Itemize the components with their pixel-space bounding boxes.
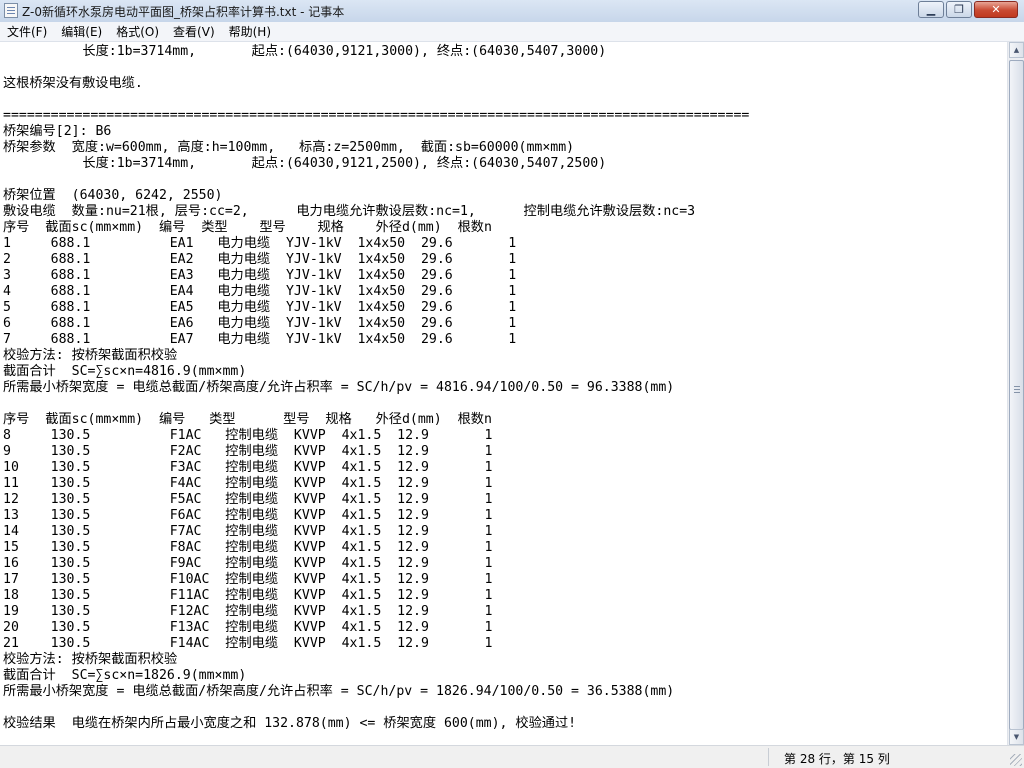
text-line: 6 688.1 EA6 电力电缆 YJV-1kV 1x4x50 29.6 1 [3,316,517,331]
menu-help[interactable]: 帮助(H) [222,23,278,40]
text-line: 2 688.1 EA2 电力电缆 YJV-1kV 1x4x50 29.6 1 [3,252,517,267]
resize-grip-icon[interactable] [1010,754,1022,766]
maximize-button[interactable]: ❐ [946,1,972,18]
status-bar: 第 28 行，第 15 列 [0,745,1024,768]
menu-edit[interactable]: 编辑(E) [54,23,109,40]
menu-bar: 文件(F) 编辑(E) 格式(O) 查看(V) 帮助(H) [0,22,1024,42]
text-line: 所需最小桥架宽度 = 电缆总截面/桥架高度/允许占积率 = SC/h/pv = … [3,380,675,395]
text-line: 序号 截面sc(mm×mm) 编号 类型 型号 规格 外径d(mm) 根数n [3,412,492,427]
close-button[interactable]: ✕ [974,1,1018,18]
text-line: 20 130.5 F13AC 控制电缆 KVVP 4x1.5 12.9 1 [3,620,493,635]
window-title: Z-0新循环水泵房电动平面图_桥架占积率计算书.txt - 记事本 [22,5,345,19]
notepad-app-icon[interactable] [4,3,18,18]
text-line: 17 130.5 F10AC 控制电缆 KVVP 4x1.5 12.9 1 [3,572,493,587]
scroll-down-button[interactable]: ▼ [1009,729,1024,745]
text-line: 3 688.1 EA3 电力电缆 YJV-1kV 1x4x50 29.6 1 [3,268,517,283]
text-editor-area[interactable]: 长度:1b=3714mm, 起点:(64030,9121,3000), 终点:(… [0,42,1007,745]
text-line: 序号 截面sc(mm×mm) 编号 类型 型号 规格 外径d(mm) 根数n [3,220,492,235]
text-line: 15 130.5 F8AC 控制电缆 KVVP 4x1.5 12.9 1 [3,540,493,555]
text-line: 校验结果 电缆在桥架内所占最小宽度之和 132.878(mm) <= 桥架宽度 … [3,716,577,731]
text-line: 18 130.5 F11AC 控制电缆 KVVP 4x1.5 12.9 1 [3,588,493,603]
text-line: 校验方法: 按桥架截面积校验 [3,652,178,667]
text-line: 11 130.5 F4AC 控制电缆 KVVP 4x1.5 12.9 1 [3,476,493,491]
text-line: 桥架位置 (64030, 6242, 2550) [3,188,223,203]
cursor-position: 第 28 行，第 15 列 [784,752,890,766]
document-text[interactable]: 长度:1b=3714mm, 起点:(64030,9121,3000), 终点:(… [3,44,749,732]
text-line: 7 688.1 EA7 电力电缆 YJV-1kV 1x4x50 29.6 1 [3,332,517,347]
text-line: 这根桥架没有敷设电缆. [3,76,143,91]
text-line: 4 688.1 EA4 电力电缆 YJV-1kV 1x4x50 29.6 1 [3,284,517,299]
menu-view[interactable]: 查看(V) [166,23,222,40]
text-line: 9 130.5 F2AC 控制电缆 KVVP 4x1.5 12.9 1 [3,444,493,459]
title-bar[interactable]: Z-0新循环水泵房电动平面图_桥架占积率计算书.txt - 记事本 ▁ ❐ ✕ [0,0,1024,23]
text-line: 16 130.5 F9AC 控制电缆 KVVP 4x1.5 12.9 1 [3,556,493,571]
text-line: 19 130.5 F12AC 控制电缆 KVVP 4x1.5 12.9 1 [3,604,493,619]
text-line: 8 130.5 F1AC 控制电缆 KVVP 4x1.5 12.9 1 [3,428,493,443]
window-controls: ▁ ❐ ✕ [916,1,1018,19]
text-line: 1 688.1 EA1 电力电缆 YJV-1kV 1x4x50 29.6 1 [3,236,517,251]
text-line: 10 130.5 F3AC 控制电缆 KVVP 4x1.5 12.9 1 [3,460,493,475]
text-line: 桥架参数 宽度:w=600mm, 高度:h=100mm, 标高:z=2500mm… [3,140,575,155]
text-line: 截面合计 SC=∑sc×n=4816.9(mm×mm) [3,364,247,379]
text-line: 长度:1b=3714mm, 起点:(64030,9121,3000), 终点:(… [3,44,607,59]
menu-format[interactable]: 格式(O) [109,23,166,40]
text-line: 校验方法: 按桥架截面积校验 [3,348,178,363]
minimize-button[interactable]: ▁ [918,1,944,18]
menu-file[interactable]: 文件(F) [0,23,54,40]
text-line: 14 130.5 F7AC 控制电缆 KVVP 4x1.5 12.9 1 [3,524,493,539]
vertical-scrollbar[interactable]: ▲ ▼ [1007,42,1024,745]
scroll-up-button[interactable]: ▲ [1009,42,1024,58]
text-line: 桥架编号[2]: B6 [3,124,112,139]
scroll-grip-icon [1014,386,1020,393]
text-line: 敷设电缆 数量:nu=21根, 层号:cc=2, 电力电缆允许敷设层数:nc=1… [3,204,696,219]
text-line: 21 130.5 F14AC 控制电缆 KVVP 4x1.5 12.9 1 [3,636,493,651]
scroll-thumb[interactable] [1009,60,1024,730]
text-line: 长度:1b=3714mm, 起点:(64030,9121,2500), 终点:(… [3,156,607,171]
text-line: 截面合计 SC=∑sc×n=1826.9(mm×mm) [3,668,247,683]
text-line: ========================================… [3,108,750,123]
text-line: 12 130.5 F5AC 控制电缆 KVVP 4x1.5 12.9 1 [3,492,493,507]
text-line: 13 130.5 F6AC 控制电缆 KVVP 4x1.5 12.9 1 [3,508,493,523]
text-line: 所需最小桥架宽度 = 电缆总截面/桥架高度/允许占积率 = SC/h/pv = … [3,684,675,699]
status-divider [768,748,769,766]
text-line: 5 688.1 EA5 电力电缆 YJV-1kV 1x4x50 29.6 1 [3,300,517,315]
